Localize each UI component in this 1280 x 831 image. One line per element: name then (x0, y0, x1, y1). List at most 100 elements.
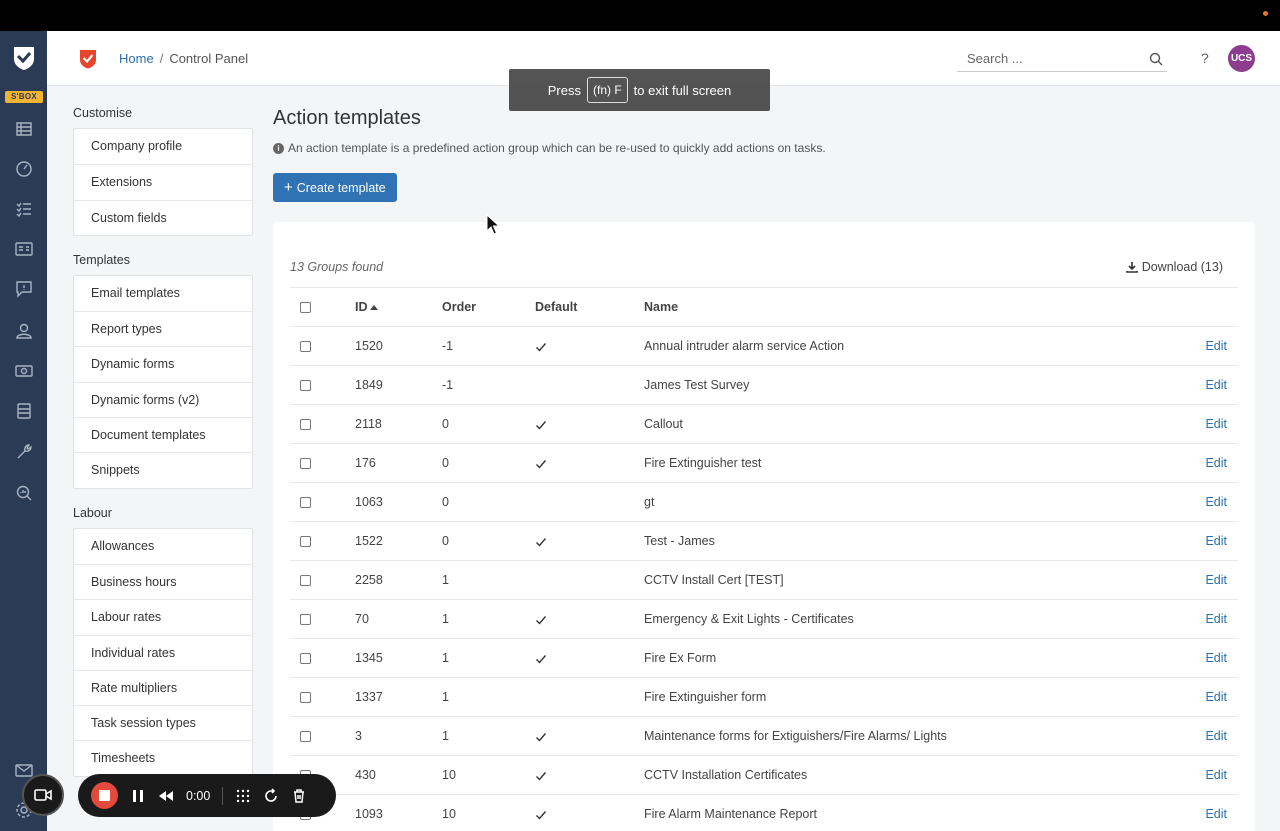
help-icon[interactable]: ? (1201, 50, 1209, 66)
nav-email-templates[interactable]: Email templates (74, 276, 252, 311)
nav-business-hours[interactable]: Business hours (74, 563, 252, 599)
column-header-id-label: ID (355, 300, 368, 314)
map-icon[interactable] (14, 119, 34, 139)
row-checkbox[interactable] (300, 458, 311, 470)
edit-link[interactable]: Edit (1205, 444, 1227, 483)
cell-default (535, 795, 547, 831)
nav-individual-rates[interactable]: Individual rates (74, 634, 252, 670)
search-icon[interactable] (1149, 52, 1163, 66)
breadcrumb-home-link[interactable]: Home (119, 51, 154, 66)
brand-logo[interactable] (79, 49, 97, 69)
row-checkbox[interactable] (300, 536, 311, 548)
trash-icon[interactable] (291, 788, 307, 804)
id-card-icon[interactable] (14, 239, 34, 259)
cell-name: Annual intruder alarm service Action (644, 339, 845, 353)
create-template-button[interactable]: + Create template (273, 173, 397, 202)
cell-id: 1345 (355, 651, 383, 665)
database-icon[interactable] (14, 401, 34, 421)
camera-toggle-button[interactable] (22, 774, 64, 816)
table-row: 1063 0 gt Edit (290, 482, 1238, 521)
edit-link[interactable]: Edit (1205, 756, 1227, 795)
table-header-row: ID Order Default Name (290, 287, 1238, 326)
nav-company-profile[interactable]: Company profile (74, 129, 252, 164)
edit-link[interactable]: Edit (1205, 483, 1227, 522)
nav-extensions[interactable]: Extensions (74, 164, 252, 199)
cell-id: 1337 (355, 690, 383, 704)
restart-icon[interactable] (263, 787, 279, 804)
edit-link[interactable]: Edit (1205, 795, 1227, 831)
page-description-text: An action template is a predefined actio… (288, 141, 826, 155)
default-check-icon (536, 771, 547, 781)
edit-link[interactable]: Edit (1205, 366, 1227, 405)
default-check-icon (536, 654, 547, 664)
user-icon[interactable] (14, 321, 34, 341)
nav-dynamic-forms[interactable]: Dynamic forms (74, 346, 252, 381)
breadcrumb-separator: / (159, 51, 164, 66)
select-all-checkbox[interactable] (300, 302, 311, 314)
column-header-default[interactable]: Default (535, 288, 577, 327)
user-avatar[interactable]: UCS (1228, 45, 1255, 72)
nav-document-templates[interactable]: Document templates (74, 417, 252, 452)
row-checkbox[interactable] (300, 497, 311, 509)
edit-link[interactable]: Edit (1205, 639, 1227, 678)
row-checkbox[interactable] (300, 419, 311, 431)
nav-custom-fields[interactable]: Custom fields (74, 199, 252, 235)
dashboard-gauge-icon[interactable] (14, 159, 34, 179)
column-header-name[interactable]: Name (644, 288, 678, 327)
control-panel-sidenav: Customise Company profile Extensions Cus… (73, 96, 253, 777)
pause-icon[interactable] (130, 788, 146, 804)
cell-default (535, 639, 547, 678)
download-button[interactable]: Download (13) (1125, 260, 1223, 274)
search-analytics-icon[interactable] (14, 483, 34, 503)
app-rail: S'BOX (0, 31, 47, 831)
wrench-icon[interactable] (14, 442, 34, 462)
default-check-icon (536, 342, 547, 352)
nav-snippets[interactable]: Snippets (74, 452, 252, 487)
nav-allowances[interactable]: Allowances (74, 529, 252, 564)
edit-link[interactable]: Edit (1205, 600, 1227, 639)
edit-link[interactable]: Edit (1205, 717, 1227, 756)
task-list-icon[interactable] (14, 199, 34, 219)
table-row: 430 10 CCTV Installation Certificates Edit (290, 755, 1238, 794)
cell-id: 430 (355, 768, 376, 782)
breadcrumb-current: Control Panel (169, 51, 249, 66)
money-icon[interactable] (14, 361, 34, 381)
grid-dots-icon[interactable] (235, 788, 251, 804)
nav-dynamic-forms-v2[interactable]: Dynamic forms (v2) (74, 381, 252, 417)
row-checkbox[interactable] (300, 692, 311, 704)
row-checkbox[interactable] (300, 341, 311, 353)
nav-rate-multipliers[interactable]: Rate multipliers (74, 669, 252, 705)
edit-link[interactable]: Edit (1205, 405, 1227, 444)
cell-order: 1 (442, 729, 449, 743)
row-checkbox[interactable] (300, 653, 311, 665)
templates-table: ID Order Default Name 1520 -1 Annual intru… (290, 287, 1238, 831)
row-checkbox[interactable] (300, 380, 311, 392)
edit-link[interactable]: Edit (1205, 327, 1227, 366)
row-checkbox[interactable] (300, 614, 311, 626)
row-checkbox[interactable] (300, 731, 311, 743)
templates-menu: Email templates Report types Dynamic for… (73, 274, 253, 489)
column-header-id[interactable]: ID (355, 288, 378, 327)
cell-name: CCTV Install Cert [TEST] (644, 573, 784, 587)
labour-menu: Allowances Business hours Labour rates I… (73, 527, 253, 777)
default-check-icon (536, 420, 547, 430)
edit-link[interactable]: Edit (1205, 522, 1227, 561)
table-row: 1093 10 Fire Alarm Maintenance Report Edit (290, 794, 1238, 831)
edit-link[interactable]: Edit (1205, 678, 1227, 717)
edit-link[interactable]: Edit (1205, 561, 1227, 600)
app-logo[interactable] (13, 45, 35, 71)
nav-task-session-types[interactable]: Task session types (74, 705, 252, 740)
chat-alert-icon[interactable] (14, 279, 34, 299)
row-checkbox[interactable] (300, 575, 311, 587)
cell-order: 0 (442, 456, 449, 470)
stop-recording-button[interactable] (91, 782, 118, 809)
rewind-icon[interactable] (158, 788, 174, 804)
cell-order: 0 (442, 534, 449, 548)
column-header-order[interactable]: Order (442, 288, 476, 327)
search-input[interactable]: Search ... (957, 48, 1167, 72)
nav-timesheets[interactable]: Timesheets (74, 740, 252, 775)
section-title-customise: Customise (73, 106, 133, 120)
nav-report-types[interactable]: Report types (74, 311, 252, 346)
nav-labour-rates[interactable]: Labour rates (74, 599, 252, 634)
table-row: 1520 -1 Annual intruder alarm service Acti… (290, 326, 1238, 365)
